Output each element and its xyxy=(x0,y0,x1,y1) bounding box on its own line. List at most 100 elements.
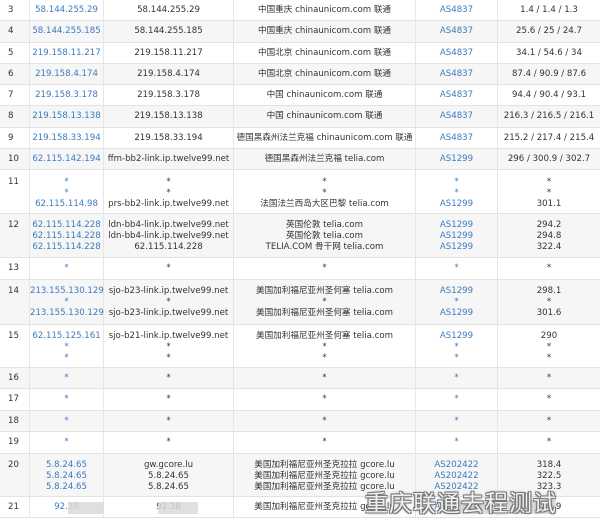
latency-value: 322.4 xyxy=(536,242,562,252)
ip-cell: * xyxy=(30,389,104,410)
location-value: * xyxy=(322,342,327,352)
hop-number: 7 xyxy=(8,90,14,100)
hop-number: 11 xyxy=(8,177,19,187)
as-number-value[interactable]: AS1299 xyxy=(416,308,497,319)
hop-number: 5 xyxy=(8,48,14,58)
location-value: 英国伦敦 telia.com xyxy=(286,220,363,230)
hop-row: 13 * * * * * xyxy=(0,258,600,280)
as-number-value[interactable]: AS1299 xyxy=(416,231,497,242)
hostname-value: * xyxy=(166,263,171,273)
hostname-cell: 58.144.255.185 xyxy=(104,21,234,42)
hostname-value: ldn-bb4-link.ip.twelve99.net xyxy=(108,231,229,241)
hop-number-cell: 13 xyxy=(0,258,30,279)
hostname-cell: sjo-b21-link.ip.twelve99.net * * xyxy=(104,325,234,367)
ip-value[interactable]: 5.8.24.65 xyxy=(30,460,103,471)
location-value: 美国加利福尼亚州圣何塞 telia.com xyxy=(255,308,394,318)
hop-number-cell: 7 xyxy=(0,85,30,105)
hostname-cell: * * prs-bb2-link.ip.twelve99.net xyxy=(104,170,234,213)
ip-value[interactable]: 5.8.24.65 xyxy=(30,471,103,482)
as-number-value[interactable]: AS4837 xyxy=(416,69,497,80)
as-number-value[interactable]: AS1299 xyxy=(416,220,497,231)
location-cell: * xyxy=(234,389,416,410)
latency-cell: * * 301.1 xyxy=(498,170,600,213)
ip-value[interactable]: 58.144.255.185 xyxy=(30,26,103,37)
ip-value[interactable]: 219.158.4.174 xyxy=(30,69,103,80)
hostname-cell: 58.144.255.29 xyxy=(104,0,234,20)
ip-value[interactable]: 219.158.13.138 xyxy=(30,111,103,122)
as-number-value[interactable]: AS1299 xyxy=(416,199,497,210)
latency-value: 294.8 xyxy=(536,231,562,241)
latency-value: 87.4 / 90.9 / 87.6 xyxy=(511,69,587,79)
location-value: 英国伦敦 telia.com xyxy=(286,231,363,241)
ip-cell: * * 62.115.114.98 xyxy=(30,170,104,213)
ip-value[interactable]: 219.158.11.217 xyxy=(30,48,103,59)
ip-value[interactable]: 219.158.3.178 xyxy=(30,90,103,101)
as-number-cell: AS4837 xyxy=(416,64,498,84)
ip-value[interactable]: 62.115.125.161 xyxy=(30,331,103,342)
hostname-value: 5.8.24.65 xyxy=(147,471,189,481)
as-number-value[interactable]: AS1299 xyxy=(416,331,497,342)
as-number-cell: AS4837 xyxy=(416,85,498,105)
as-number-value[interactable]: AS1299 xyxy=(416,154,497,165)
latency-cell: 215.2 / 217.4 / 215.4 xyxy=(498,128,600,148)
ip-value[interactable]: 62.115.114.228 xyxy=(30,242,103,253)
as-number-cell: * xyxy=(416,368,498,388)
as-number-value: * xyxy=(454,188,459,198)
as-number-value[interactable]: AS1299 xyxy=(416,286,497,297)
location-value: 中国北京 chinaunicom.com 联通 xyxy=(257,48,392,58)
latency-cell: * xyxy=(498,368,600,388)
latency-value: * xyxy=(546,188,552,198)
latency-value: 318.4 xyxy=(536,460,562,470)
as-number-value: * xyxy=(454,342,459,352)
ip-value: * xyxy=(64,188,69,198)
ip-value[interactable]: 62.115.114.98 xyxy=(30,199,103,210)
hop-row: 15 62.115.125.161 * * sjo-b21-link.ip.twelve… xyxy=(0,325,600,368)
ip-value: * xyxy=(64,177,69,187)
latency-cell: 87.4 / 90.9 / 87.6 xyxy=(498,64,600,84)
as-number-value[interactable]: AS4837 xyxy=(416,5,497,16)
as-number-value[interactable]: AS4837 xyxy=(416,133,497,144)
latency-cell: 25.6 / 25 / 24.7 xyxy=(498,21,600,42)
as-number-value[interactable]: AS4837 xyxy=(416,48,497,59)
as-number-cell: * xyxy=(416,411,498,431)
latency-value: 296 / 300.9 / 302.7 xyxy=(507,154,591,164)
as-number-cell: AS4837 xyxy=(416,106,498,127)
ip-value[interactable]: 213.155.130.129 xyxy=(30,308,104,319)
as-number-value[interactable]: AS202422 xyxy=(416,460,497,471)
hostname-value: sjo-b21-link.ip.twelve99.net xyxy=(108,331,229,341)
ip-value[interactable]: 62.115.142.194 xyxy=(30,154,103,165)
location-cell: 中国北京 chinaunicom.com 联通 xyxy=(234,64,416,84)
ip-value[interactable]: 62.115.114.228 xyxy=(30,231,103,242)
hop-row: 11 * * 62.115.114.98 * * prs-bb2-link.ip.twelv… xyxy=(0,170,600,214)
as-number-cell: AS4837 xyxy=(416,128,498,148)
location-value: 中国 chinaunicom.com 联通 xyxy=(266,90,383,100)
ip-value[interactable]: 219.158.33.194 xyxy=(30,133,103,144)
as-number-value[interactable]: AS4837 xyxy=(416,111,497,122)
ip-value[interactable]: 5.8.24.65 xyxy=(30,482,103,493)
hop-number: 17 xyxy=(8,394,19,404)
latency-cell: 298.1 * 301.6 xyxy=(498,280,600,324)
location-cell: 中国重庆 chinaunicom.com 联通 xyxy=(234,0,416,20)
latency-value: * xyxy=(546,297,552,307)
as-number-value[interactable]: AS4837 xyxy=(416,26,497,37)
as-number-value[interactable]: AS4837 xyxy=(416,90,497,101)
latency-value: * xyxy=(546,263,552,273)
hop-number-cell: 9 xyxy=(0,128,30,148)
as-number-value[interactable]: AS1299 xyxy=(416,242,497,253)
location-cell: * * 法国法兰西岛大区巴黎 telia.com xyxy=(234,170,416,213)
ip-value[interactable]: 62.115.114.228 xyxy=(30,220,103,231)
hostname-value: ffm-bb2-link.ip.twelve99.net xyxy=(107,154,230,164)
ip-value[interactable]: 213.155.130.129 xyxy=(30,286,104,297)
ip-cell: 219.158.3.178 xyxy=(30,85,104,105)
ip-value[interactable]: 58.144.255.29 xyxy=(30,5,103,16)
hop-number: 21 xyxy=(8,502,19,512)
hostname-cell: * xyxy=(104,411,234,431)
hop-number-cell: 15 xyxy=(0,325,30,367)
as-number-value[interactable]: AS202422 xyxy=(416,471,497,482)
location-value: 中国北京 chinaunicom.com 联通 xyxy=(257,69,392,79)
ip-value: * xyxy=(64,342,69,352)
location-value: TELIA.COM 骨干网 telia.com xyxy=(265,242,384,252)
hop-row: 9 219.158.33.194 219.158.33.194 德国黑森州法兰克福 c… xyxy=(0,128,600,149)
location-cell: * xyxy=(234,411,416,431)
location-cell: 德国黑森州法兰克福 chinaunicom.com 联通 xyxy=(234,128,416,148)
